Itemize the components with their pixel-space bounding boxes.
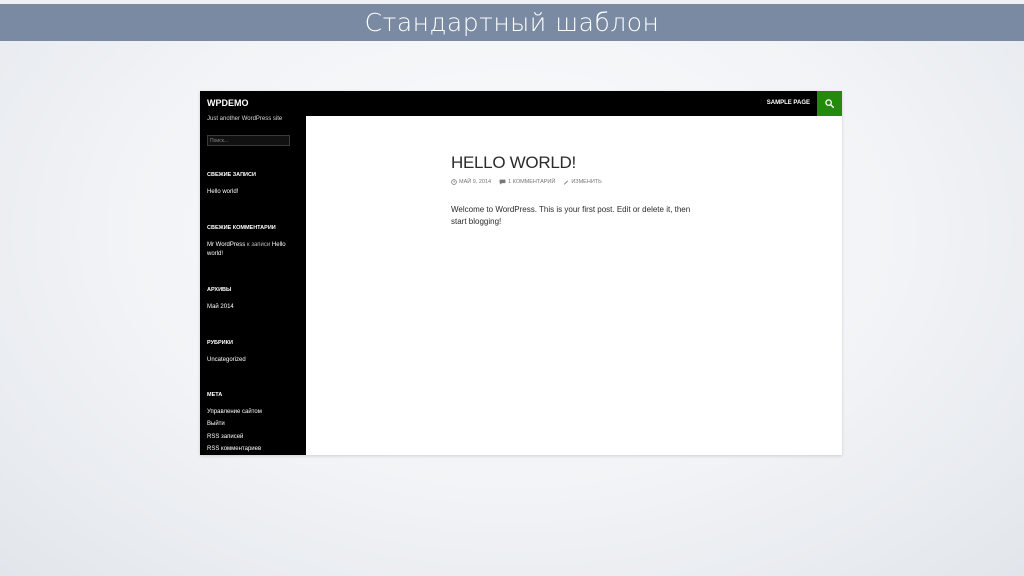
main-content: HELLO WORLD! МАЙ 9, 2014 1 КОММЕНТАРИЙ И… (306, 116, 842, 455)
site-title-link[interactable]: WPDEMO (207, 98, 249, 108)
meta-link-logout[interactable]: Выйти (207, 420, 225, 429)
category-link[interactable]: Uncategorized (207, 356, 246, 365)
post-body-line-2: start blogging! (451, 217, 502, 226)
sidebar: Just another WordPress site Поиск... СВЕ… (200, 116, 306, 455)
post-date-label: МАЙ 9, 2014 (459, 179, 492, 185)
slide-header: Стандартный шаблон (0, 4, 1024, 41)
search-input[interactable]: Поиск... (207, 135, 290, 146)
pencil-icon (564, 180, 569, 185)
widget-title-categories: РУБРИКИ (207, 340, 233, 346)
post-comments[interactable]: 1 КОММЕНТАРИЙ (499, 179, 555, 185)
widget-title-recent-posts: СВЕЖИЕ ЗАПИСИ (207, 172, 256, 178)
archive-link[interactable]: Май 2014 (207, 303, 234, 312)
meta-link-admin[interactable]: Управление сайтом (207, 408, 262, 417)
wp-header-bar: WPDEMO SAMPLE PAGE (200, 91, 842, 116)
post-body-line-1: Welcome to WordPress. This is your first… (451, 205, 691, 214)
comment-post-link-b[interactable]: world! (207, 251, 223, 257)
post-meta: МАЙ 9, 2014 1 КОММЕНТАРИЙ ИЗМЕНИТЬ (451, 179, 602, 185)
comment-on-label: к записи (246, 242, 271, 248)
wordpress-screenshot: WPDEMO SAMPLE PAGE Just another WordPres… (200, 91, 842, 455)
widget-title-meta: МЕТА (207, 392, 223, 398)
recent-post-link[interactable]: Hello world! (207, 188, 238, 197)
widget-title-recent-comments: СВЕЖИЕ КОММЕНТАРИИ (207, 225, 276, 231)
post-edit-label: ИЗМЕНИТЬ (571, 179, 602, 185)
meta-link-rss-comments[interactable]: RSS комментариев (207, 445, 261, 454)
clock-icon (451, 179, 457, 185)
post-edit-link[interactable]: ИЗМЕНИТЬ (563, 179, 602, 185)
post-body: Welcome to WordPress. This is your first… (451, 204, 701, 228)
search-icon (825, 99, 834, 108)
site-tagline: Just another WordPress site (207, 116, 283, 122)
post-date[interactable]: МАЙ 9, 2014 (451, 179, 491, 185)
search-toggle-button[interactable] (817, 91, 842, 116)
meta-link-rss-posts[interactable]: RSS записей (207, 433, 243, 442)
widget-title-archives: АРХИВЫ (207, 287, 232, 293)
nav-item-sample-page[interactable]: SAMPLE PAGE (767, 100, 810, 106)
post-title-link[interactable]: HELLO WORLD! (451, 153, 576, 173)
recent-comment-item: Mr WordPress к записи Hello world! (207, 241, 299, 259)
comment-post-link-a[interactable]: Hello (272, 242, 286, 248)
comment-icon (499, 179, 506, 185)
slide-title: Стандартный шаблон (364, 8, 660, 37)
comment-author-link[interactable]: Mr WordPress (207, 242, 245, 248)
post-comments-label: 1 КОММЕНТАРИЙ (508, 179, 556, 185)
